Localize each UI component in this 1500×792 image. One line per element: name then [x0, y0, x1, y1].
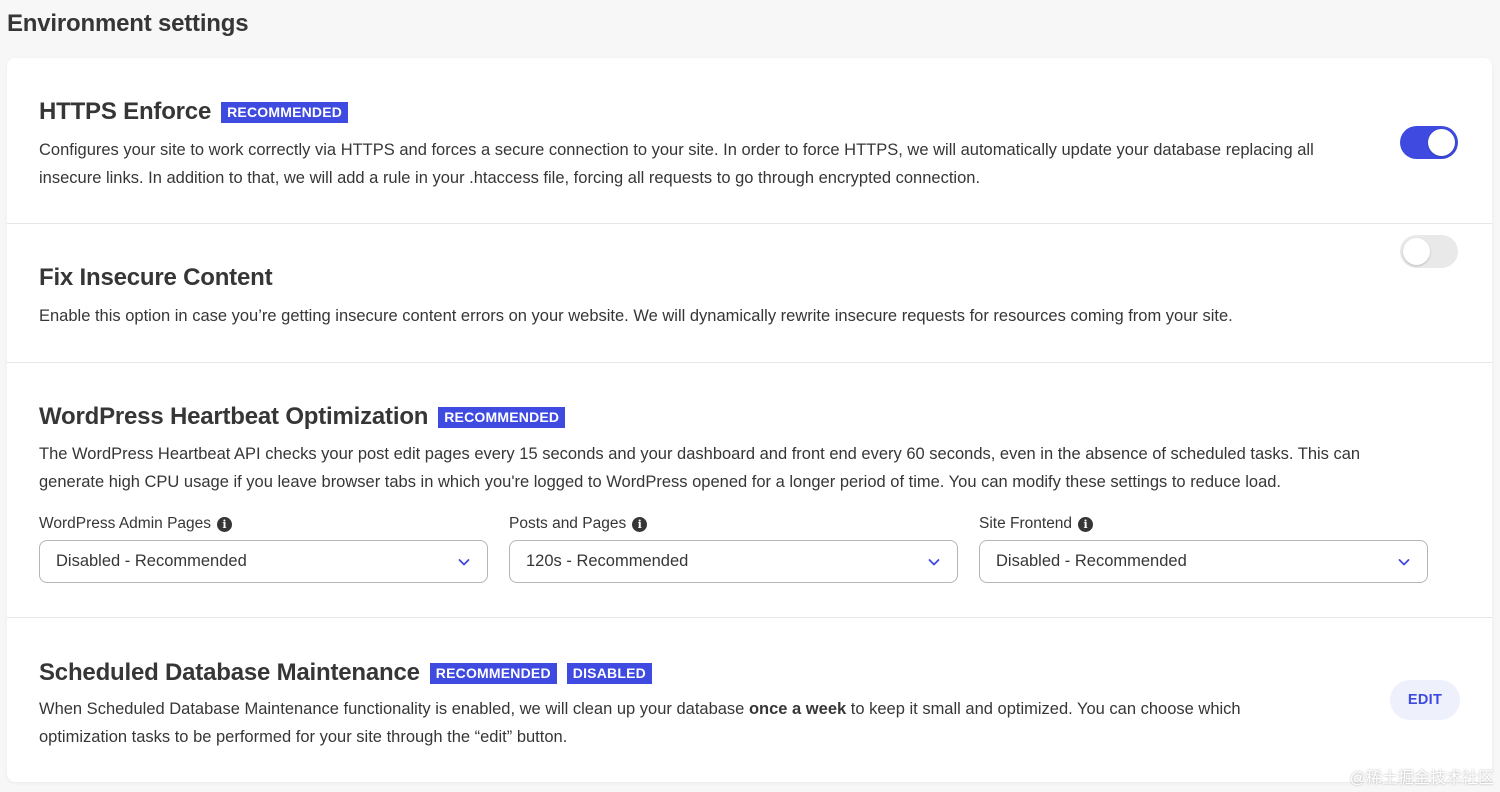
- toggle-knob: [1428, 129, 1455, 156]
- section-database-maintenance: Scheduled Database Maintenance RECOMMEND…: [7, 618, 1492, 782]
- section-title: Scheduled Database Maintenance: [39, 659, 420, 686]
- admin-pages-select[interactable]: Disabled - Recommended: [39, 540, 488, 583]
- watermark: @稀土掘金技术社区: [1349, 770, 1494, 787]
- heartbeat-heading-row: WordPress Heartbeat Optimization RECOMME…: [39, 403, 566, 431]
- section-description: Enable this option in case you’re gettin…: [39, 307, 1233, 325]
- disabled-badge: DISABLED: [566, 662, 652, 684]
- recommended-badge: RECOMMENDED: [429, 662, 557, 684]
- section-https-enforce: HTTPS Enforce RECOMMENDED Configures you…: [7, 58, 1492, 224]
- info-icon[interactable]: i: [1078, 516, 1094, 532]
- maintenance-heading-row: Scheduled Database Maintenance RECOMMEND…: [39, 659, 652, 687]
- section-title: HTTPS Enforce: [39, 98, 212, 125]
- section-title: Fix Insecure Content: [39, 264, 273, 291]
- site-frontend-field: Site Frontend i Disabled - Recommended: [979, 514, 1428, 583]
- field-label: Site Frontend: [979, 515, 1073, 532]
- fix-insecure-content-toggle[interactable]: [1400, 235, 1458, 268]
- chevron-down-icon: [458, 558, 470, 565]
- https-enforce-toggle[interactable]: [1400, 126, 1458, 159]
- posts-pages-select[interactable]: 120s - Recommended: [509, 540, 958, 583]
- select-value: Disabled - Recommended: [996, 552, 1187, 570]
- info-icon[interactable]: i: [632, 516, 648, 532]
- field-label: WordPress Admin Pages: [39, 515, 212, 532]
- section-fix-insecure-content: Fix Insecure Content Enable this option …: [7, 224, 1492, 363]
- section-description: Configures your site to work correctly v…: [39, 141, 1314, 187]
- admin-pages-field: WordPress Admin Pages i Disabled - Recom…: [39, 514, 488, 583]
- site-frontend-select[interactable]: Disabled - Recommended: [979, 540, 1428, 583]
- info-icon[interactable]: i: [217, 516, 233, 532]
- page-title: Environment settings: [7, 10, 249, 37]
- select-value: Disabled - Recommended: [56, 552, 247, 570]
- recommended-badge: RECOMMENDED: [221, 101, 349, 123]
- section-title: WordPress Heartbeat Optimization: [39, 403, 429, 430]
- posts-pages-field: Posts and Pages i 120s - Recommended: [509, 514, 958, 583]
- section-description: The WordPress Heartbeat API checks your …: [39, 445, 1361, 491]
- chevron-down-icon: [928, 558, 940, 565]
- edit-button[interactable]: EDIT: [1390, 680, 1460, 720]
- recommended-badge: RECOMMENDED: [438, 406, 566, 428]
- toggle-knob: [1403, 238, 1430, 265]
- insecure-heading-row: Fix Insecure Content: [39, 264, 273, 292]
- section-heartbeat-optimization: WordPress Heartbeat Optimization RECOMME…: [7, 363, 1492, 618]
- field-label: Posts and Pages: [509, 515, 627, 532]
- chevron-down-icon: [1398, 558, 1410, 565]
- https-heading-row: HTTPS Enforce RECOMMENDED: [39, 98, 349, 126]
- settings-card: HTTPS Enforce RECOMMENDED Configures you…: [7, 58, 1492, 782]
- select-value: 120s - Recommended: [526, 552, 689, 570]
- section-description: When Scheduled Database Maintenance func…: [39, 700, 1241, 746]
